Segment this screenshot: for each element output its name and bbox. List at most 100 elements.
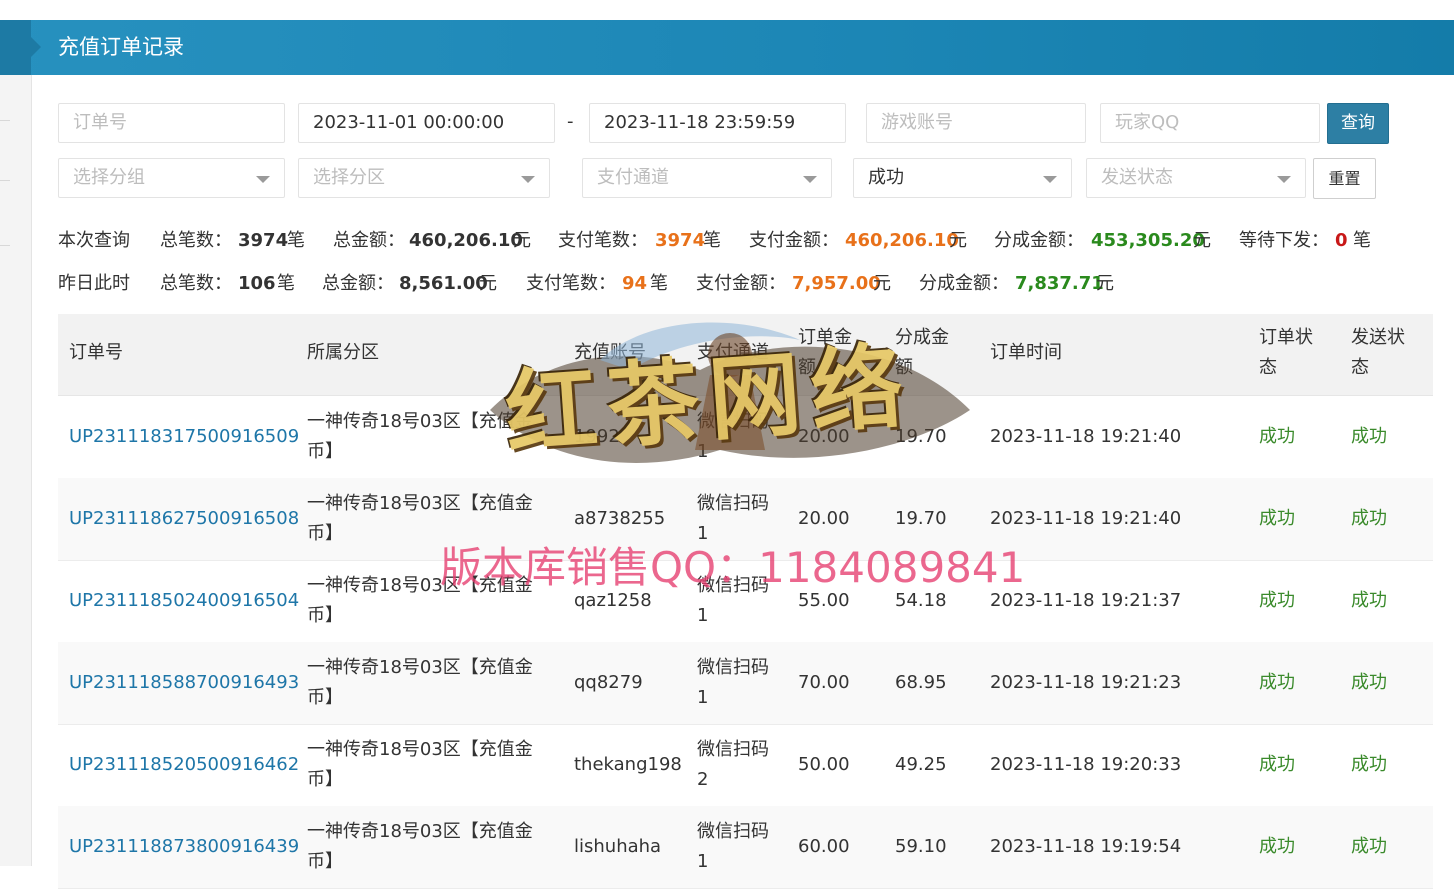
cell-channel: 微信扫码1: [697, 657, 769, 708]
chevron-down-icon: [1277, 176, 1291, 183]
order-status-select-label: 成功: [868, 167, 904, 188]
cell-order-status: 成功: [1259, 754, 1295, 775]
cell-amount: 55.00: [798, 590, 850, 611]
player-qq-input[interactable]: 玩家QQ: [1100, 103, 1320, 143]
cell-send-status: 成功: [1351, 426, 1387, 447]
cell-order-status: 成功: [1259, 508, 1295, 529]
pending-value: 0: [1335, 230, 1348, 251]
cell-send-status: 成功: [1351, 836, 1387, 857]
cell-order-status: 成功: [1259, 590, 1295, 611]
cell-share: 49.25: [895, 754, 947, 775]
y-share-amount-unit: 元: [1096, 273, 1114, 294]
order-status-select[interactable]: 成功: [853, 158, 1072, 198]
date-end-input[interactable]: 2023-11-18 23:59:59: [589, 103, 846, 143]
cell-order-no[interactable]: UP231118317500916509: [69, 422, 299, 452]
order-no-input[interactable]: 订单号: [58, 103, 285, 143]
table-header: 订单号 所属分区 充值账号 支付通道 订单金额 分成金额 订单时间 订单状态 发…: [58, 314, 1433, 396]
zone-select[interactable]: 选择分区: [298, 158, 550, 198]
total-count-label: 总笔数：: [160, 230, 232, 251]
cell-order-no[interactable]: UP231118502400916504: [69, 586, 299, 616]
paid-amount-value: 460,206.10: [845, 230, 959, 251]
cell-amount: 20.00: [798, 426, 850, 447]
table-row: UP231118588700916493 一神传奇18号03区【充值金币】 qq82…: [58, 642, 1433, 725]
y-paid-amount-value: 7,957.00: [792, 273, 881, 294]
y-paid-amount-label: 支付金额：: [696, 273, 786, 294]
cell-zone: 一神传奇18号03区【充值金币】: [307, 493, 533, 544]
date-start-input[interactable]: 2023-11-01 00:00:00: [298, 103, 555, 143]
cell-amount: 50.00: [798, 754, 850, 775]
total-amount-label: 总金额：: [333, 230, 405, 251]
paid-count-unit: 笔: [703, 230, 721, 251]
cell-time: 2023-11-18 19:21:40: [990, 508, 1182, 529]
th-amount[interactable]: 订单金额: [798, 323, 862, 383]
cell-order-no[interactable]: UP231118627500916508: [69, 504, 299, 534]
cell-channel: 微信扫码1: [697, 821, 769, 872]
th-time[interactable]: 订单时间: [990, 338, 1062, 368]
share-amount-label: 分成金额：: [994, 230, 1084, 251]
cell-order-no[interactable]: UP231118873800916439: [69, 832, 299, 862]
cell-account: thekang198: [574, 754, 682, 775]
table-row: UP231118873800916439 一神传奇18号03区【充值金币】 lish…: [58, 806, 1433, 889]
cell-share: 68.95: [895, 672, 947, 693]
cell-time: 2023-11-18 19:20:33: [990, 754, 1182, 775]
total-count-value: 3974: [238, 230, 289, 251]
chevron-down-icon: [521, 176, 535, 183]
chevron-down-icon: [256, 176, 270, 183]
cell-channel: 微信扫码1: [697, 493, 769, 544]
y-share-amount-value: 7,837.71: [1015, 273, 1104, 294]
y-total-count-unit: 笔: [277, 273, 295, 294]
query-button[interactable]: 查询: [1327, 103, 1389, 144]
th-account[interactable]: 充值账号: [574, 338, 646, 368]
group-select[interactable]: 选择分组: [58, 158, 285, 198]
th-channel[interactable]: 支付通道: [697, 338, 769, 368]
th-order-status[interactable]: 订单状态: [1259, 323, 1323, 383]
send-status-select-label: 发送状态: [1101, 167, 1173, 188]
top-strip: [0, 0, 1454, 20]
y-total-count-label: 总笔数：: [160, 273, 232, 294]
pending-unit: 笔: [1353, 230, 1371, 251]
cell-order-no[interactable]: UP231118588700916493: [69, 668, 299, 698]
total-amount-unit: 元: [513, 230, 531, 251]
cell-account: 1992: [574, 426, 620, 447]
paid-count-value: 3974: [655, 230, 706, 251]
send-status-select[interactable]: 发送状态: [1086, 158, 1306, 198]
cell-order-no[interactable]: UP231118520500916462: [69, 750, 299, 780]
page-title: 充值订单记录: [58, 35, 184, 59]
rail-divider: [0, 180, 10, 181]
cell-channel: 微信扫码2: [697, 739, 769, 790]
cell-zone: 一神传奇18号03区【充值金币】: [307, 739, 533, 790]
y-share-amount-label: 分成金额：: [919, 273, 1009, 294]
reset-button[interactable]: 重置: [1313, 158, 1376, 199]
table-row: UP231118502400916504 一神传奇18号03区【充值金币】 qaz1…: [58, 560, 1433, 643]
th-zone[interactable]: 所属分区: [307, 338, 379, 368]
y-paid-count-label: 支付笔数：: [526, 273, 616, 294]
cell-time: 2023-11-18 19:19:54: [990, 836, 1182, 857]
cell-account: qq8279: [574, 672, 643, 693]
cell-account: a8738255: [574, 508, 666, 529]
rail-divider: [0, 245, 10, 246]
cell-share: 19.70: [895, 508, 947, 529]
cell-share: 54.18: [895, 590, 947, 611]
total-count-unit: 笔: [287, 230, 305, 251]
stats-yesterday-label: 昨日此时: [58, 273, 130, 294]
left-sidebar-rail: [0, 20, 32, 866]
stats-current-label: 本次查询: [58, 230, 130, 251]
th-order-no[interactable]: 订单号: [69, 338, 123, 368]
total-amount-value: 460,206.10: [409, 230, 523, 251]
zone-select-label: 选择分区: [313, 167, 385, 188]
group-select-label: 选择分组: [73, 167, 145, 188]
cell-share: 59.10: [895, 836, 947, 857]
game-account-input[interactable]: 游戏账号: [866, 103, 1086, 143]
paid-amount-label: 支付金额：: [749, 230, 839, 251]
header-tab-notch: [0, 20, 41, 75]
table-row: UP231118520500916462 一神传奇18号03区【充值金币】 thek…: [58, 724, 1433, 807]
th-share[interactable]: 分成金额: [895, 323, 959, 383]
cell-send-status: 成功: [1351, 672, 1387, 693]
th-send-status[interactable]: 发送状态: [1351, 323, 1415, 383]
pay-channel-select[interactable]: 支付通道: [582, 158, 832, 198]
paid-count-label: 支付笔数：: [558, 230, 648, 251]
y-total-amount-value: 8,561.00: [399, 273, 488, 294]
cell-zone: 一神传奇18号03区【充值金币】: [307, 411, 533, 462]
share-amount-value: 453,305.20: [1091, 230, 1205, 251]
cell-order-status: 成功: [1259, 836, 1295, 857]
